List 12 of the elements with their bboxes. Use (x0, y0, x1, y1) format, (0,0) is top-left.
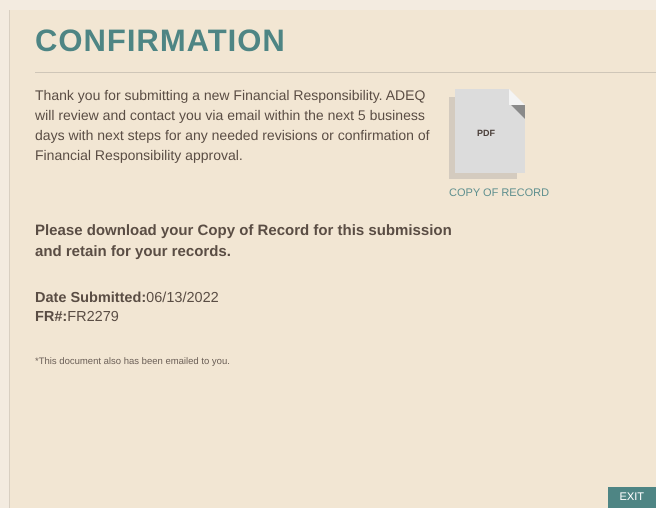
detail-label: FR#: (35, 308, 68, 326)
email-footnote: *This document also has been emailed to you. (35, 354, 231, 368)
detail-value: FR2279 (67, 308, 119, 326)
confirmation-message: Thank you for submitting a new Financial Responsibility. ADEQ will review and contact you via email within the next 5 business days with next steps for any needed revisions or confirmation of Financial Responsibility approval. (35, 86, 431, 165)
pdf-label: PDF (477, 127, 495, 140)
exit-button[interactable]: EXIT (608, 487, 656, 508)
page-title: CONFIRMATION (35, 22, 287, 60)
detail-value: 06/13/2022 (146, 288, 219, 308)
detail-label: Date Submitted: (35, 288, 146, 308)
copy-of-record-link[interactable]: COPY OF RECORD (449, 185, 550, 202)
download-note: Please download your Copy of Record for this submission and retain for your records. (35, 220, 453, 262)
pdf-file-icon[interactable] (449, 89, 525, 179)
